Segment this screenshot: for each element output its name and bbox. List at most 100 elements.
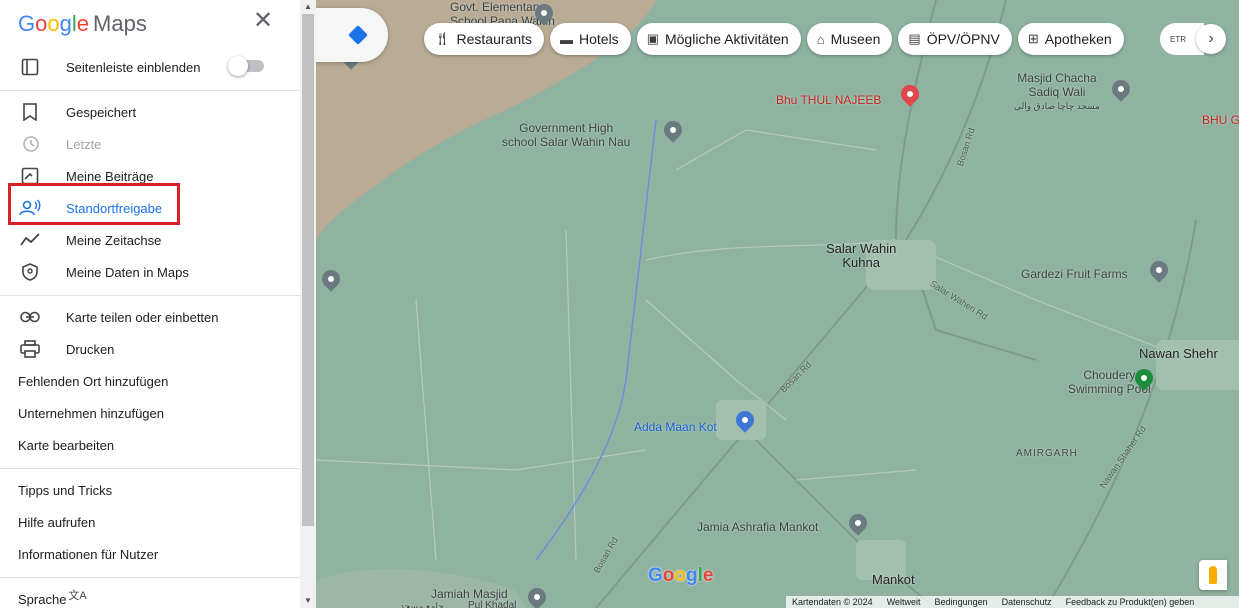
footer-privacy[interactable]: Datenschutz (1002, 597, 1052, 607)
chip-hotels[interactable]: ▬ Hotels (550, 23, 631, 55)
scroll-up-icon[interactable]: ▲ (304, 2, 312, 11)
label-line: Sadiq Wali (1028, 85, 1086, 99)
menu-item-label: Gespeichert (66, 104, 137, 120)
shield-icon (18, 260, 42, 284)
map-label-amirgarh: AMIRGARH (1016, 448, 1078, 459)
menu-item-edit-map[interactable]: Karte bearbeiten (0, 430, 300, 460)
menu-item-tips[interactable]: Tipps und Tricks (0, 475, 300, 505)
menu-item-saved[interactable]: Gespeichert (0, 97, 300, 127)
chip-transit[interactable]: ▤ ÖPV/ÖPNV (898, 23, 1012, 55)
map-label-jamiah-urdu: جامع مسجد (400, 601, 444, 608)
footer-terms[interactable]: Bedingungen (935, 597, 988, 607)
menu-item-recent[interactable]: Letzte (0, 129, 300, 159)
menu-item-contributions[interactable]: Meine Beiträge (0, 161, 300, 191)
map-footer: Kartendaten © 2024 Weltweit Bedingungen … (786, 596, 1239, 608)
map-background (316, 0, 1239, 608)
sidebar-toggle-switch[interactable] (228, 56, 264, 76)
map-label-bhu-thul[interactable]: Bhu THUL NAJEEB (776, 93, 881, 107)
scroll-down-icon[interactable]: ▼ (304, 596, 312, 605)
print-icon (18, 337, 42, 361)
link-icon (18, 305, 42, 329)
transit-icon: ▤ (908, 31, 921, 46)
divider (0, 295, 300, 296)
label-line: مسجد چاچا صادق والی (1014, 101, 1100, 111)
map-label-jamia-ashrafia[interactable]: Jamia Ashrafia Mankot (697, 520, 818, 534)
footer-feedback[interactable]: Feedback zu Produkt(en) geben (1066, 597, 1195, 607)
google-maps-logo: Google Maps (18, 11, 147, 37)
map-label-salar-wahin[interactable]: Salar Wahin Kuhna (826, 242, 896, 270)
history-icon (18, 132, 42, 156)
museum-icon: ⌂ (816, 31, 825, 47)
logo-letter: G (18, 11, 36, 36)
map-canvas[interactable]: Govt. Elementary School Pana Wahin Masji… (316, 0, 1239, 608)
map-label-mankot[interactable]: Mankot (872, 573, 915, 587)
logo-letter: G (648, 565, 663, 586)
menu-item-add-place[interactable]: Fehlenden Ort hinzufügen (0, 366, 300, 396)
toggle-knob (228, 56, 248, 76)
sidebar-scrollbar[interactable]: ▲ ▼ (300, 0, 316, 608)
label-line: Government High (519, 121, 614, 135)
label-line: Salar Wahin (826, 241, 897, 256)
map-label-gov-high[interactable]: Government High school Salar Wahin Nau (502, 121, 630, 149)
logo-letter: g (59, 11, 72, 36)
menu-item-location-sharing[interactable]: Standortfreigabe (0, 193, 300, 223)
label-line: Masjid Chacha (1017, 71, 1097, 85)
chip-label: Hotels (579, 31, 619, 47)
menu-item-label: Hilfe aufrufen (18, 514, 96, 530)
chip-label: ÖPV/ÖPNV (926, 31, 1000, 47)
menu-item-label: Karte teilen oder einbetten (66, 309, 219, 325)
logo-letter: e (702, 565, 714, 586)
menu-item-share[interactable]: Karte teilen oder einbetten (0, 302, 300, 332)
map-label-adda[interactable]: Adda Maan Kot (634, 420, 717, 434)
scrollbar-thumb[interactable] (302, 14, 314, 526)
map-label-nawan-shehr[interactable]: Nawan Shehr (1139, 347, 1218, 361)
menu-item-label: Informationen für Nutzer (18, 546, 159, 562)
close-icon[interactable]: ✕ (252, 9, 274, 33)
map-label-gardezi[interactable]: Gardezi Fruit Farms (1021, 267, 1128, 281)
menu-item-label: Letzte (66, 136, 102, 152)
menu-item-label: Standortfreigabe (66, 200, 163, 216)
menu-item-label: Tipps und Tricks (18, 482, 113, 498)
pegman-icon[interactable] (1199, 560, 1227, 590)
pegman-figure (1209, 566, 1217, 584)
chip-activities[interactable]: ▣ Mögliche Aktivitäten (636, 23, 801, 55)
location-sharing-icon (18, 196, 42, 220)
sidebar-panel-icon (18, 55, 42, 79)
chip-label: Museen (830, 31, 881, 47)
menu-item-add-business[interactable]: Unternehmen hinzufügen (0, 398, 300, 428)
chip-label: Restaurants (456, 31, 532, 47)
category-chips: 🍴︎ Restaurants ▬ Hotels ▣ Mögliche Aktivitä… (424, 23, 1124, 55)
logo-letter: g (686, 565, 698, 586)
translate-icon: 文A (68, 590, 87, 602)
menu-item-print[interactable]: Drucken (0, 334, 300, 364)
menu-item-label: Fehlenden Ort hinzufügen (18, 373, 169, 389)
menu-item-user-info[interactable]: Informationen für Nutzer (0, 539, 300, 569)
menu-item-help[interactable]: Hilfe aufrufen (0, 507, 300, 537)
pharmacy-icon: ⊞ (1027, 31, 1039, 46)
chip-pharmacy[interactable]: ⊞ Apotheken (1017, 23, 1124, 55)
menu-item-label: Drucken (66, 341, 115, 357)
divider (0, 577, 300, 578)
map-label-masjid-chacha[interactable]: Masjid Chacha Sadiq Wali مسجد چاچا صادق … (1014, 71, 1100, 113)
menu-item-data[interactable]: Meine Daten in Maps (0, 257, 300, 287)
menu-item-label: Meine Beiträge (66, 168, 154, 184)
menu-item-language[interactable]: Sprache 文A (0, 584, 300, 608)
footer-worldwide[interactable]: Weltweit (887, 597, 921, 607)
footer-copyright: Kartendaten © 2024 (792, 597, 873, 607)
logo-letter: o (674, 565, 686, 586)
chip-restaurants[interactable]: 🍴︎ Restaurants (424, 23, 544, 55)
map-label-pul-khadal: Pul Khadal (468, 600, 517, 608)
logo-letter: o (662, 565, 675, 586)
map-label-bhu-right[interactable]: BHU G (1202, 113, 1239, 127)
chip-label: Apotheken (1044, 31, 1112, 47)
menu-item-label: Karte bearbeiten (18, 437, 115, 453)
menu-item-label: Sprache (18, 591, 67, 607)
chevron-right-icon[interactable]: › (1196, 24, 1226, 54)
chip-museums[interactable]: ⌂ Museen (806, 23, 893, 55)
menu-item-timeline[interactable]: Meine Zeitachse (0, 225, 300, 255)
logo-maps: Maps (93, 11, 147, 36)
sidebar-toggle-label: Seitenleiste einblenden (66, 59, 201, 75)
label-line: Kuhna (842, 255, 880, 270)
contributions-icon (18, 164, 42, 188)
logo-letter: e (76, 11, 90, 36)
